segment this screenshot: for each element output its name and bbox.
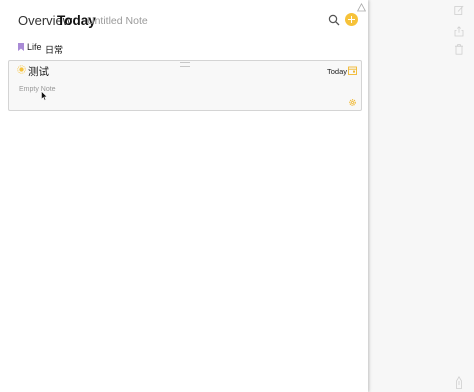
main-panel: Overview Today Untitled Note Life 日常 测试 … [0,0,368,392]
tag-life-label: Life [27,42,42,52]
header: Overview Today Untitled Note [0,0,368,40]
trash-icon[interactable] [454,44,464,55]
tag-life[interactable]: Life [18,42,42,52]
sun-icon [17,65,26,74]
note-date: Today [327,67,348,76]
tag-daily[interactable]: 日常 [45,43,63,56]
note-body[interactable]: Empty Note [19,86,56,93]
search-icon[interactable] [328,14,340,26]
drag-handle[interactable] [180,62,190,67]
add-note-button[interactable] [345,13,358,26]
mouse-cursor-icon [41,91,48,101]
nav-untitled-note[interactable]: Untitled Note [87,15,148,27]
note-title: 测试 [28,66,49,78]
calendar-icon[interactable] [348,66,357,75]
right-pane [370,0,474,392]
gear-icon[interactable] [348,98,357,107]
bookmark-icon [18,43,24,51]
note-card[interactable]: 测试 Today Empty Note [8,60,362,111]
pen-icon[interactable] [454,376,464,390]
edit-icon[interactable] [454,5,464,16]
warning-icon [357,3,366,12]
share-icon[interactable] [454,26,464,37]
